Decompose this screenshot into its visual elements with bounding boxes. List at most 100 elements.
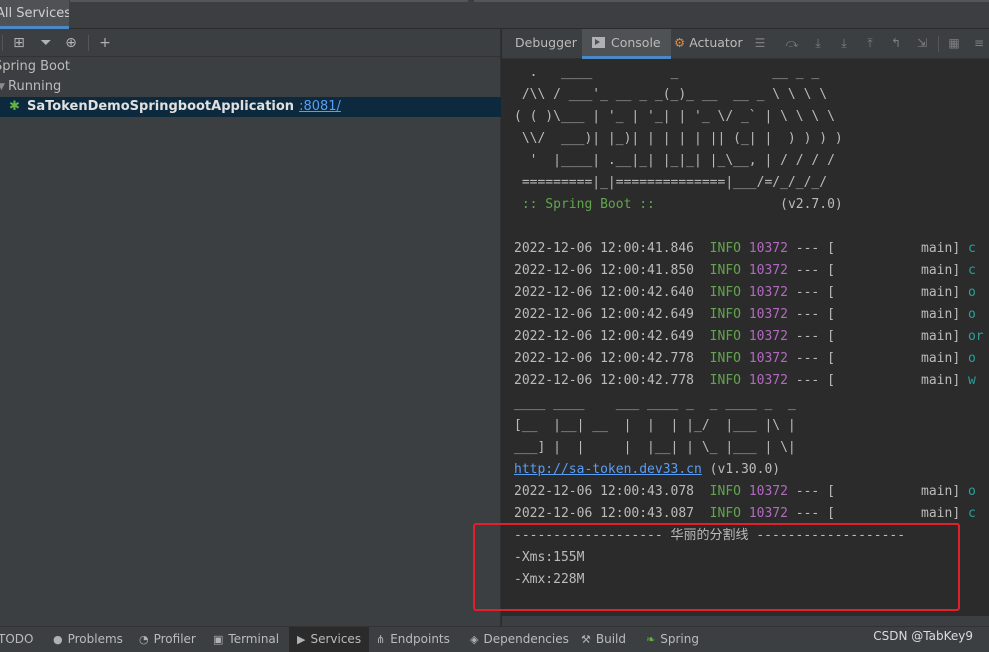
log-level: INFO: [709, 373, 741, 388]
menu-icon[interactable]: ☰: [752, 35, 768, 51]
log-level: INFO: [709, 329, 741, 344]
satoken-banner-line: ___] | | | |__| | \_ |___ | \|: [514, 437, 796, 459]
spring-banner-line: ( ( )\___ | '_ | '_| | '_ \/ _` | \ \ \ …: [514, 106, 835, 128]
log-thread: --- [ main]: [787, 506, 961, 522]
horizontal-scrollbar[interactable]: [502, 616, 989, 626]
spring-banner-line: . ____ _ __ _ _: [514, 62, 820, 84]
new-tab-icon[interactable]: ⊕: [62, 34, 80, 52]
log-thread: --- [ main]: [787, 329, 961, 344]
log-logger: w: [960, 373, 976, 388]
log-level: INFO: [709, 351, 741, 366]
divider: [474, 0, 989, 2]
log-timestamp: 2022-12-06 12:00:42.640: [514, 285, 695, 300]
tab-terminal[interactable]: ▣ Terminal: [213, 627, 279, 652]
layout-icon[interactable]: ≡: [971, 35, 987, 51]
tab-dependencies[interactable]: ◈ Dependencies: [470, 627, 569, 652]
log-logger: c: [960, 506, 976, 522]
log-thread: --- [ main]: [787, 373, 961, 388]
evaluate-icon[interactable]: ▦: [946, 35, 962, 51]
services-tree-panel: ⊞ ⏷ ⊕ + Spring Boot ▼ Running ✱ SaTokenD…: [0, 29, 501, 626]
log-level: INFO: [709, 307, 741, 322]
tab-all-services[interactable]: All Services: [0, 0, 69, 29]
tab-profiler[interactable]: ◔ Profiler: [139, 627, 196, 652]
actuator-icon: ⚙: [674, 35, 686, 50]
step-into-icon[interactable]: ⤓: [810, 35, 826, 51]
spring-banner-line: ' |____| .__|_| |_|_| |_\__, | / / / /: [514, 150, 835, 172]
log-level: INFO: [709, 263, 741, 278]
expand-arrow-icon[interactable]: ▼: [0, 77, 5, 97]
divider: [70, 0, 468, 2]
force-step-into-icon[interactable]: ⤓: [836, 35, 852, 51]
drop-frame-icon[interactable]: ↰: [888, 35, 904, 51]
tree-item-label: Running: [8, 79, 62, 94]
banner-text: =========|_|==============|___/=/_/_/_/: [514, 175, 828, 190]
highlight-box: [473, 523, 960, 611]
application-port-link[interactable]: :8081/: [299, 99, 341, 114]
log-line: 2022-12-06 12:00:42.649 INFO 10372 --- […: [514, 304, 976, 326]
tab-spring-label: Spring: [660, 632, 699, 646]
tab-services[interactable]: ▶ Services: [289, 627, 370, 652]
satoken-banner-line: ____ ____ ___ ____ _ _ ____ _ _: [514, 393, 796, 415]
tree-item-spring-boot[interactable]: Spring Boot: [0, 57, 501, 77]
spring-banner-line: \\/ ___)| |_)| | | | | || (_| | ) ) ) ): [514, 128, 843, 150]
add-service-icon[interactable]: +: [96, 34, 114, 52]
spring-banner-line: /\\ / ___'_ __ _ _(_)_ __ __ _ \ \ \ \: [514, 84, 827, 106]
log-pid: 10372: [748, 285, 788, 300]
tab-console[interactable]: Console: [582, 29, 671, 59]
tab-console-label: Console: [611, 35, 661, 50]
problems-icon: ●: [53, 633, 63, 646]
banner-text: /\\ / ___'_ __ _ _(_)_ __ __ _ \ \ \ \: [514, 87, 828, 102]
log-timestamp: 2022-12-06 12:00:42.649: [514, 329, 695, 344]
tree-item-application[interactable]: ✱ SaTokenDemoSpringbootApplication:8081/: [0, 97, 501, 117]
log-thread: --- [ main]: [787, 241, 961, 256]
toolbar-separator: [2, 35, 3, 51]
spring-icon: ❧: [646, 633, 656, 646]
log-timestamp: 2022-12-06 12:00:43.087: [514, 506, 695, 522]
log-thread: --- [ main]: [787, 484, 961, 500]
log-level: INFO: [709, 285, 741, 300]
tree-item-running[interactable]: ▼ Running: [0, 77, 501, 97]
banner-text: ' |____| .__|_| |_|_| |_\__, | / / / /: [514, 153, 835, 168]
log-line: 2022-12-06 12:00:41.850 INFO 10372 --- […: [514, 260, 976, 282]
spring-boot-label: :: Spring Boot ::: [514, 197, 663, 212]
terminal-icon: ▣: [213, 633, 224, 646]
log-logger: o: [960, 484, 976, 500]
tab-endpoints[interactable]: ⋔ Endpoints: [376, 627, 450, 652]
group-by-icon[interactable]: ⊞: [10, 34, 28, 52]
log-line: 2022-12-06 12:00:42.778 INFO 10372 --- […: [514, 370, 976, 392]
tab-debugger[interactable]: Debugger: [515, 29, 577, 59]
log-line: 2022-12-06 12:00:42.640 INFO 10372 --- […: [514, 282, 976, 304]
log-thread: --- [ main]: [787, 351, 961, 366]
watermark: CSDN @TabKey9: [873, 629, 973, 643]
log-pid: 10372: [748, 329, 788, 344]
build-icon: ⚒: [581, 633, 591, 646]
spring-boot-version-line: :: Spring Boot :: (v2.7.0): [514, 194, 843, 216]
services-icon: ▶: [297, 633, 306, 646]
tab-todo[interactable]: TODO: [0, 627, 33, 652]
banner-text: ( ( )\___ | '_ | '_| | '_ \/ _` | \ \ \ …: [514, 109, 835, 124]
run-to-cursor-icon[interactable]: ⇲: [914, 35, 930, 51]
dependencies-icon: ◈: [470, 633, 479, 646]
bottom-tool-bar: TODO ● Problems ◔ Profiler ▣ Terminal ▶ Serv…: [0, 626, 989, 652]
log-level: INFO: [709, 506, 741, 522]
services-toolbar: ⊞ ⏷ ⊕ +: [0, 29, 501, 57]
tab-build[interactable]: ⚒ Build: [581, 627, 626, 652]
step-over-icon[interactable]: ⤼: [784, 35, 800, 51]
tab-actuator[interactable]: ⚙ Actuator: [674, 29, 743, 59]
log-pid: 10372: [748, 484, 788, 500]
tab-spring[interactable]: ❧ Spring: [646, 627, 699, 652]
log-logger: c: [960, 241, 976, 256]
log-level: INFO: [709, 484, 741, 500]
tab-problems-label: Problems: [67, 632, 123, 646]
log-pid: 10372: [748, 307, 788, 322]
tab-endpoints-label: Endpoints: [390, 632, 450, 646]
step-out-icon[interactable]: ⤒: [862, 35, 878, 51]
tree-item-label: Spring Boot: [0, 59, 71, 74]
tool-window-header: All Services: [0, 0, 989, 29]
banner-text: . ____ _ __ _ _: [514, 65, 820, 80]
tab-debugger-label: Debugger: [515, 35, 577, 50]
satoken-url-link[interactable]: http://sa-token.dev33.cn: [514, 462, 702, 477]
filter-icon[interactable]: ⏷: [37, 34, 55, 52]
log-line: 2022-12-06 12:00:42.649 INFO 10372 --- […: [514, 326, 984, 348]
tab-problems[interactable]: ● Problems: [53, 627, 123, 652]
